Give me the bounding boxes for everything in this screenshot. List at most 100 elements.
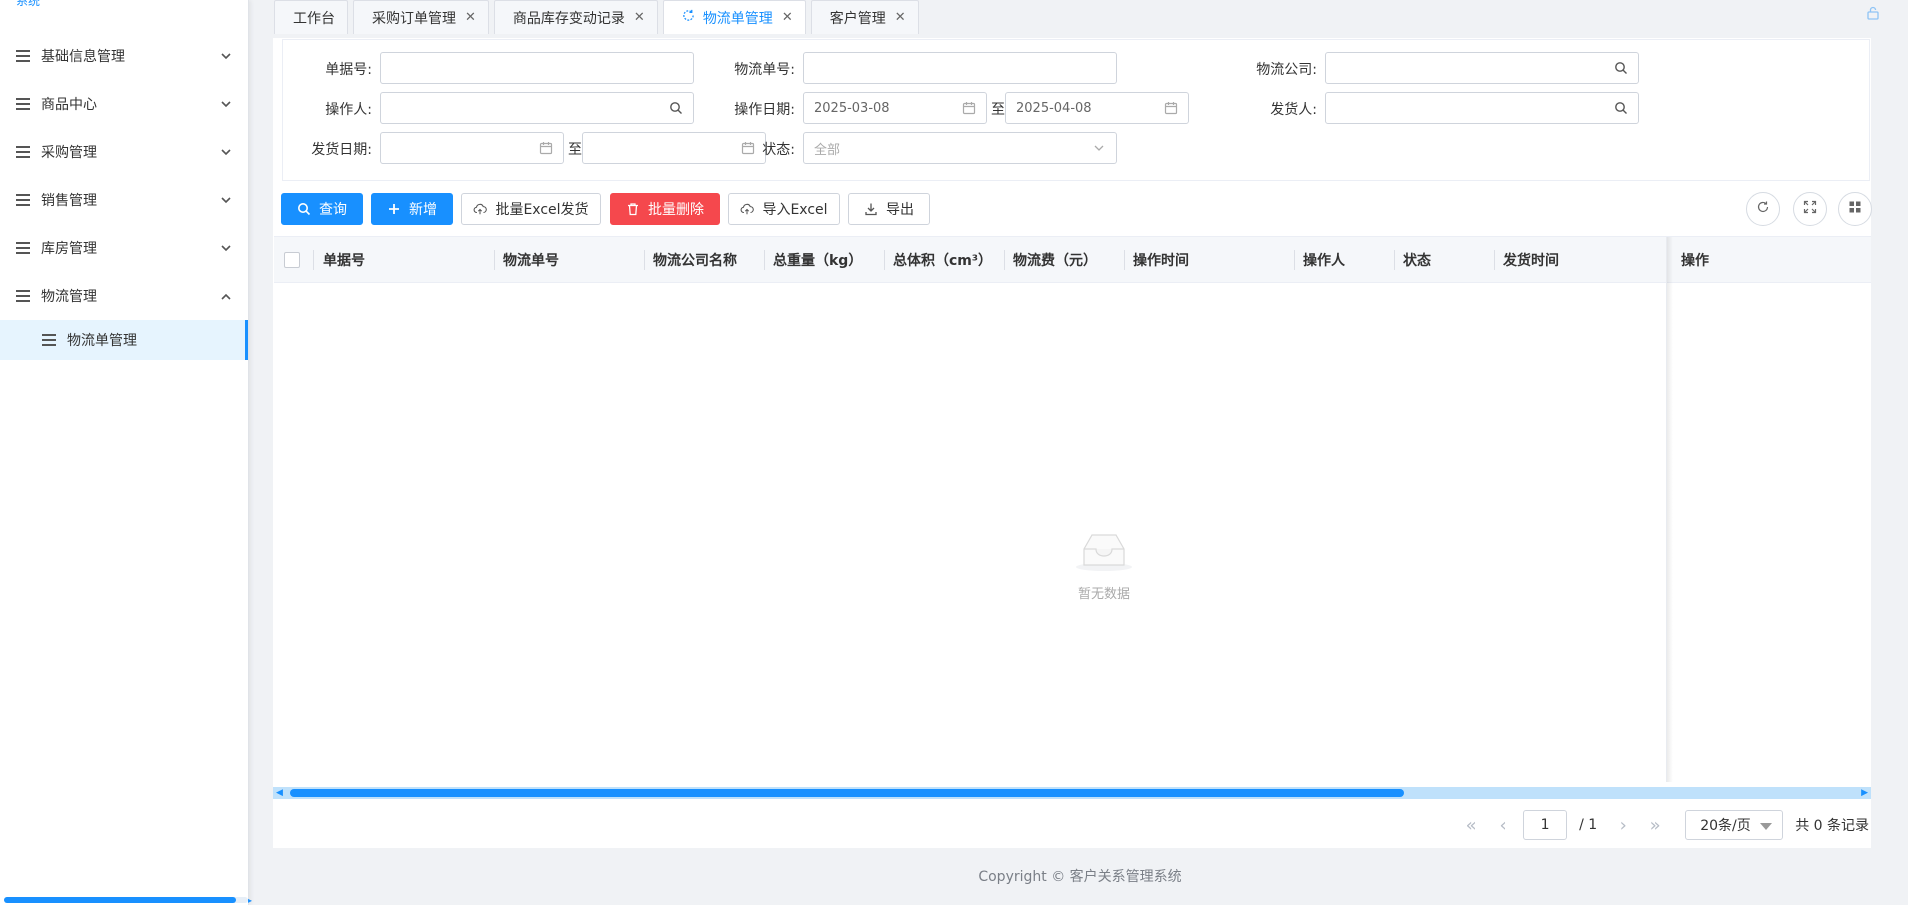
import-excel-label: 导入Excel [762, 202, 828, 218]
footer-copyright: Copyright © 客户关系管理系统 [978, 869, 1182, 885]
close-icon[interactable]: ✕ [782, 10, 793, 25]
close-icon[interactable]: ✕ [895, 10, 906, 25]
empty-text: 暂无数据 [1077, 587, 1130, 602]
scrollbar-thumb[interactable] [4, 897, 236, 903]
data-table: 单据号 物流单号 物流公司名称 总重量（kg） 总体积（cm³） 物流费（元） … [274, 236, 1871, 782]
batch-delete-button[interactable]: 批量删除 [610, 193, 720, 225]
menu-icon [16, 194, 30, 206]
page-size-select[interactable]: 20条/页 [1685, 810, 1784, 840]
prev-page-icon[interactable]: ‹ [1487, 810, 1519, 840]
last-page-icon[interactable]: » [1639, 810, 1671, 840]
sidebar-subitem-logistics-orders[interactable]: 物流单管理 [0, 320, 248, 360]
tab-label: 客户管理 [829, 10, 886, 27]
tab-customers[interactable]: 客户管理 ✕ [810, 0, 919, 34]
query-button[interactable]: 查询 [281, 193, 363, 225]
add-button[interactable]: 新增 [371, 193, 453, 225]
column-settings-button[interactable] [1838, 192, 1872, 226]
column-header[interactable]: 总重量（kg） [764, 237, 884, 283]
menu-icon [42, 334, 56, 346]
total-records: 共 0 条记录 [1795, 818, 1869, 834]
sidebar-item-warehouse[interactable]: 库房管理 [0, 224, 248, 272]
sidebar-menu: 基础信息管理 商品中心 采购管理 销售管理 库房管理 物流管理 物流单管理 [0, 32, 248, 360]
refresh-icon[interactable] [682, 9, 695, 26]
search-icon[interactable] [1614, 61, 1628, 75]
column-header[interactable]: 物流单号 [494, 237, 644, 283]
trash-icon [626, 202, 640, 216]
menu-icon [16, 242, 30, 254]
chevron-down-icon [220, 146, 232, 158]
sidebar-item-label: 库房管理 [41, 241, 97, 257]
select-all-checkbox[interactable] [284, 252, 300, 268]
sidebar-item-label: 采购管理 [41, 145, 97, 161]
column-header[interactable]: 物流公司名称 [644, 237, 764, 283]
plus-icon [387, 202, 401, 216]
table-horizontal-scrollbar[interactable]: ◀ ▶ [273, 787, 1871, 799]
column-header[interactable]: 操作时间 [1124, 237, 1294, 283]
company-input[interactable] [1325, 52, 1639, 84]
batch-delete-label: 批量删除 [648, 202, 704, 218]
status-value: 全部 [814, 142, 841, 158]
lock-icon[interactable] [1866, 6, 1880, 20]
search-icon[interactable] [1614, 101, 1628, 115]
calendar-icon [539, 141, 553, 155]
tab-inventory-changes[interactable]: 商品库存变动记录 ✕ [493, 0, 658, 34]
sidebar-scrollbar[interactable]: ▸ [4, 896, 252, 905]
ship-date-label: 发货日期: [311, 142, 372, 158]
chevron-down-icon [220, 242, 232, 254]
add-button-label: 新增 [409, 202, 437, 218]
shipper-input[interactable] [1325, 92, 1639, 124]
fullscreen-button[interactable] [1793, 192, 1827, 226]
grid-icon [1848, 200, 1862, 218]
column-header[interactable]: 总体积（cm³） [884, 237, 1004, 283]
search-icon[interactable] [669, 101, 683, 115]
menu-icon [16, 146, 30, 158]
scroll-left-arrow-icon[interactable]: ◀ [276, 787, 283, 799]
page-number-input[interactable]: 1 [1523, 810, 1568, 840]
scroll-right-arrow-icon[interactable]: ▶ [1861, 787, 1868, 799]
tab-bar: 工作台 采购订单管理 ✕ 商品库存变动记录 ✕ 物流单管理 ✕ 客户管理 ✕ [252, 0, 1908, 34]
close-icon[interactable]: ✕ [634, 10, 645, 25]
batch-excel-ship-label: 批量Excel发货 [495, 202, 589, 218]
op-date-end-input[interactable]: 2025-04-08 [1005, 92, 1189, 124]
sidebar-subitem-label: 物流单管理 [67, 333, 137, 349]
sidebar-item-logistics[interactable]: 物流管理 [0, 272, 248, 320]
sidebar-item-sales[interactable]: 销售管理 [0, 176, 248, 224]
sidebar-item-basic-info[interactable]: 基础信息管理 [0, 32, 248, 80]
first-page-icon[interactable]: « [1455, 810, 1487, 840]
refresh-icon [1756, 200, 1770, 218]
refresh-button[interactable] [1746, 192, 1780, 226]
select-all-cell [274, 237, 314, 283]
import-excel-button[interactable]: 导入Excel [728, 193, 840, 225]
status-select[interactable]: 全部 [803, 132, 1117, 164]
fullscreen-icon [1803, 200, 1817, 218]
sidebar-item-purchase[interactable]: 采购管理 [0, 128, 248, 176]
column-header[interactable]: 单据号 [314, 237, 494, 283]
column-header[interactable]: 操作人 [1294, 237, 1394, 283]
batch-excel-ship-button[interactable]: 批量Excel发货 [461, 193, 601, 225]
export-button[interactable]: 导出 [848, 193, 930, 225]
next-page-icon[interactable]: › [1607, 810, 1639, 840]
tab-label: 采购订单管理 [372, 10, 456, 27]
op-date-start-input[interactable]: 2025-03-08 [803, 92, 987, 124]
close-icon[interactable]: ✕ [465, 10, 476, 25]
scrollbar-thumb[interactable] [290, 789, 1404, 797]
column-header-actions: 操作 [1681, 253, 1709, 269]
sidebar-item-product-center[interactable]: 商品中心 [0, 80, 248, 128]
sidebar: 系统 基础信息管理 商品中心 采购管理 销售管理 库房管理 物流管理 物流单管理… [0, 0, 252, 905]
op-date-end-value: 2025-04-08 [1016, 100, 1092, 116]
tab-workbench[interactable]: 工作台 [274, 0, 348, 34]
operator-input[interactable] [380, 92, 694, 124]
cloud-upload-icon [473, 202, 488, 216]
column-header[interactable]: 发货时间 [1494, 237, 1664, 283]
tab-purchase-orders[interactable]: 采购订单管理 ✕ [353, 0, 489, 34]
total-pages: / 1 [1579, 817, 1598, 833]
column-header[interactable]: 状态 [1394, 237, 1494, 283]
menu-icon [16, 98, 30, 110]
scroll-right-arrow-icon[interactable]: ▸ [248, 896, 252, 905]
empty-state: 暂无数据 [1044, 529, 1164, 602]
bill-no-input[interactable] [380, 52, 694, 84]
logistics-no-input[interactable] [803, 52, 1117, 84]
column-header[interactable]: 物流费（元） [1004, 237, 1124, 283]
tab-logistics-orders[interactable]: 物流单管理 ✕ [662, 0, 806, 34]
ship-date-start-input[interactable] [380, 132, 564, 164]
